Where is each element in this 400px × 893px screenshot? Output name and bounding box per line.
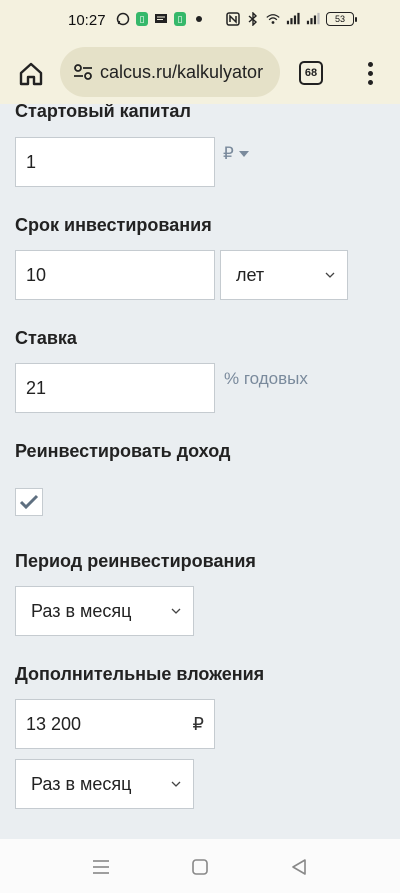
rate-input[interactable]: 21: [15, 363, 215, 413]
additional-period-select[interactable]: Раз в месяц: [15, 759, 194, 809]
signal-icon: [286, 12, 300, 26]
additional-currency: ₽: [192, 713, 204, 734]
additional-value: 13 200: [26, 713, 82, 734]
dot-icon: [192, 12, 206, 26]
system-nav-bar: [0, 839, 400, 893]
square-icon: [192, 859, 208, 875]
chevron-down-icon: [325, 272, 335, 278]
currency-selector[interactable]: ₽: [223, 144, 249, 164]
rate-label: Ставка: [15, 328, 77, 348]
reinvest-period-label: Период реинвестирования: [15, 551, 256, 571]
url-bar[interactable]: calcus.ru/kalkulyator: [60, 47, 280, 97]
term-value: 10: [26, 264, 47, 285]
rate-suffix: % годовых: [224, 369, 308, 388]
reinvest-period-value: Раз в месяц: [31, 600, 132, 621]
url-text: calcus.ru/kalkulyator: [100, 61, 264, 82]
chevron-down-icon: [171, 781, 181, 787]
status-bar: 10:27 ▯ ▯ 53: [0, 0, 400, 44]
home-button[interactable]: [14, 57, 48, 91]
wifi-icon: [266, 12, 280, 26]
currency-symbol: ₽: [223, 144, 234, 163]
site-settings-icon[interactable]: [72, 61, 94, 83]
additional-label: Дополнительные вложения: [15, 664, 265, 684]
start-capital-label: Стартовый капитал: [15, 104, 191, 121]
term-input[interactable]: 10: [15, 250, 215, 300]
recent-apps-button[interactable]: [90, 856, 112, 878]
rate-value: 21: [26, 377, 47, 398]
signal-icon-2: [306, 12, 320, 26]
message-icon: [154, 12, 168, 26]
more-menu-button[interactable]: [358, 56, 382, 90]
app-notification-icon-2: ▯: [174, 12, 186, 26]
notification-icons: ▯ ▯: [116, 12, 206, 26]
checkmark-icon: [19, 494, 39, 510]
term-unit-select[interactable]: лет: [220, 250, 348, 300]
back-triangle-icon: [292, 859, 306, 875]
additional-input[interactable]: 13 200 ₽: [15, 699, 215, 749]
whatsapp-icon: [116, 12, 130, 26]
app-notification-icon: ▯: [136, 12, 148, 26]
back-nav-button[interactable]: [288, 856, 310, 878]
battery-icon: 53: [326, 12, 357, 26]
bluetooth-icon: [246, 12, 260, 26]
menu-icon: [93, 860, 109, 874]
caret-down-icon: [238, 151, 249, 157]
system-icons: 53: [226, 12, 357, 26]
additional-period-value: Раз в месяц: [31, 773, 132, 794]
term-label: Срок инвестирования: [15, 215, 212, 235]
reinvest-checkbox[interactable]: [15, 488, 43, 516]
reinvest-period-select[interactable]: Раз в месяц: [15, 586, 194, 636]
browser-toolbar: calcus.ru/kalkulyator 68: [0, 44, 400, 104]
home-nav-button[interactable]: [189, 856, 211, 878]
start-capital-value: 1: [26, 151, 37, 172]
term-unit-value: лет: [236, 264, 265, 285]
nfc-icon: [226, 12, 240, 26]
home-icon: [19, 62, 43, 86]
chevron-down-icon: [171, 608, 181, 614]
status-time: 10:27: [68, 12, 106, 29]
tabs-button[interactable]: 68: [299, 61, 323, 85]
reinvest-label: Реинвестировать доход: [15, 441, 231, 461]
calculator-form: Стартовый капитал 1 ₽ Срок инвестировани…: [0, 104, 400, 839]
start-capital-input[interactable]: 1: [15, 137, 215, 187]
